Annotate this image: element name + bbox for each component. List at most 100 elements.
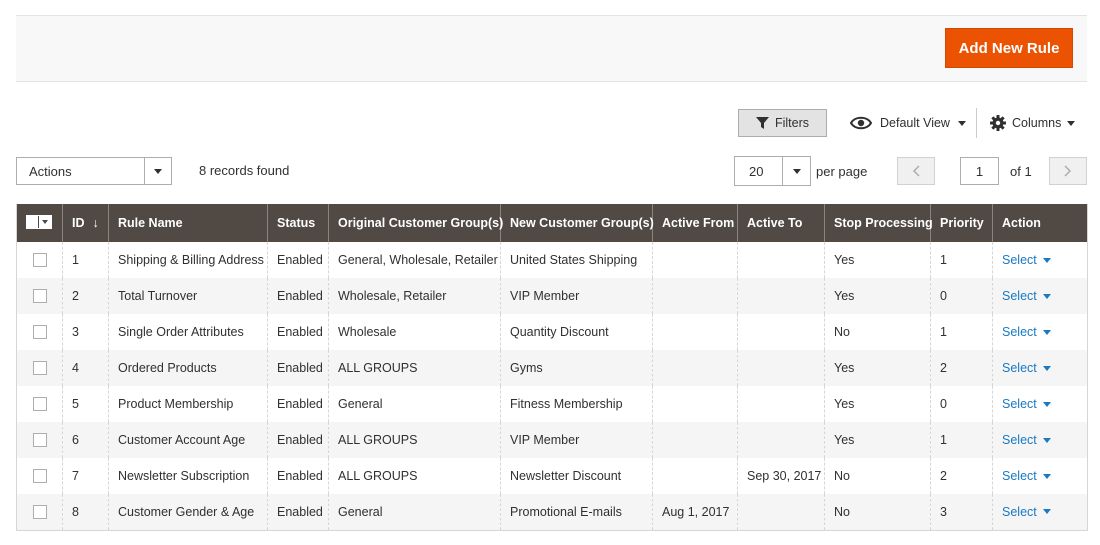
add-new-rule-button[interactable]: Add New Rule — [945, 28, 1073, 68]
cell-id: 6 — [62, 422, 109, 458]
cell-status: Enabled — [267, 278, 329, 314]
chevron-down-icon — [1067, 120, 1076, 126]
cell-priority: 1 — [930, 242, 993, 278]
cell-action: Select — [992, 422, 1088, 458]
mass-select-checkbox[interactable] — [26, 215, 52, 229]
table-row[interactable]: 8 Customer Gender & Age Enabled General Prom… — [16, 494, 1088, 531]
row-action-label: Select — [1002, 397, 1037, 411]
toolbar-divider — [976, 108, 977, 138]
mass-select-header[interactable] — [16, 204, 63, 242]
row-checkbox[interactable] — [33, 325, 47, 340]
cell-id: 1 — [62, 242, 109, 278]
row-checkbox[interactable] — [33, 433, 47, 448]
cell-id: 8 — [62, 494, 109, 531]
cell-original-groups: ALL GROUPS — [328, 458, 501, 494]
row-action-select[interactable]: Select — [1002, 325, 1051, 339]
cell-id: 7 — [62, 458, 109, 494]
table-row[interactable]: 1 Shipping & Billing Address Enabled Genera… — [17, 242, 1088, 278]
cell-select — [16, 422, 63, 458]
row-checkbox[interactable] — [33, 361, 47, 376]
cell-new-groups: Promotional E-mails — [500, 494, 653, 531]
column-header-original-groups[interactable]: Original Customer Group(s) — [328, 204, 503, 242]
cell-action: Select — [992, 242, 1088, 278]
cell-active-to — [737, 350, 825, 386]
previous-page-button[interactable] — [897, 157, 935, 185]
row-action-select[interactable]: Select — [1002, 469, 1051, 483]
cell-action: Select — [992, 314, 1088, 350]
eye-icon — [850, 116, 872, 130]
row-action-select[interactable]: Select — [1002, 505, 1051, 519]
cell-active-to — [737, 386, 825, 422]
column-header-id[interactable]: ID ↓ — [62, 204, 109, 242]
cell-priority: 2 — [930, 458, 993, 494]
row-action-select[interactable]: Select — [1002, 397, 1051, 411]
chevron-down-icon — [1042, 365, 1051, 371]
table-row[interactable]: 2 Total Turnover Enabled Wholesale, Retaile… — [16, 278, 1088, 314]
page-size-select[interactable]: 20 — [734, 156, 811, 186]
next-page-button[interactable] — [1049, 157, 1087, 185]
cell-new-groups: Quantity Discount — [500, 314, 653, 350]
column-header-active-to[interactable]: Active To — [737, 204, 825, 242]
row-action-select[interactable]: Select — [1002, 289, 1051, 303]
chevron-left-icon — [912, 165, 920, 177]
row-checkbox[interactable] — [33, 505, 47, 520]
dropdown-arrow-icon — [782, 157, 810, 185]
cell-active-from — [652, 422, 738, 458]
cell-original-groups: ALL GROUPS — [328, 350, 501, 386]
cell-select — [16, 278, 63, 314]
cell-active-from: Aug 1, 2017 — [652, 494, 738, 531]
row-action-select[interactable]: Select — [1002, 361, 1051, 375]
cell-original-groups: General — [328, 494, 501, 531]
row-checkbox[interactable] — [33, 397, 47, 412]
row-action-select[interactable]: Select — [1002, 253, 1051, 267]
rules-grid: ID ↓ Rule Name Status Original Customer G… — [16, 204, 1088, 531]
cell-action: Select — [992, 386, 1088, 422]
cell-original-groups: Wholesale — [328, 314, 501, 350]
table-row[interactable]: 4 Ordered Products Enabled ALL GROUPS Gyms Ye… — [16, 350, 1088, 386]
cell-rule-name: Customer Gender & Age — [108, 494, 268, 531]
table-row[interactable]: 3 Single Order Attributes Enabled Wholesale… — [17, 314, 1088, 350]
row-action-label: Select — [1002, 504, 1037, 519]
table-row[interactable]: 5 Product Membership Enabled General Fitness… — [17, 386, 1088, 422]
column-header-new-groups[interactable]: New Customer Group(s) — [500, 204, 654, 242]
chevron-down-icon — [1042, 401, 1051, 407]
cell-select — [17, 242, 63, 278]
filters-button[interactable]: Filters — [738, 109, 827, 137]
chevron-down-icon — [1042, 293, 1051, 299]
row-action-label: Select — [1002, 289, 1037, 303]
cell-id: 5 — [62, 386, 109, 422]
row-checkbox[interactable] — [33, 289, 47, 304]
cell-rule-name: Single Order Attributes — [108, 314, 268, 350]
cell-active-to: Sep 30, 2017 — [737, 458, 825, 494]
column-header-priority[interactable]: Priority — [930, 204, 993, 242]
page-size-value: 20 — [749, 163, 764, 179]
cell-select — [16, 494, 63, 531]
cell-status: Enabled — [267, 314, 329, 350]
chevron-right-icon — [1064, 165, 1072, 177]
row-checkbox[interactable] — [33, 253, 47, 268]
cell-priority: 0 — [930, 386, 993, 422]
cell-rule-name: Customer Account Age — [108, 422, 268, 458]
mass-actions-dropdown[interactable]: Actions — [16, 157, 172, 185]
table-row[interactable]: 6 Customer Account Age Enabled ALL GROUPS VI… — [16, 422, 1088, 458]
column-header-status[interactable]: Status — [267, 204, 329, 242]
mass-actions-label: Actions — [29, 163, 72, 179]
cell-stop-processing: Yes — [824, 278, 931, 314]
cell-new-groups: VIP Member — [500, 422, 653, 458]
cell-status: Enabled — [267, 350, 329, 386]
columns-control[interactable]: Columns — [990, 113, 1076, 133]
cell-new-groups: VIP Member — [500, 278, 653, 314]
column-header-rule-name[interactable]: Rule Name — [108, 204, 268, 242]
current-page-input[interactable]: 1 — [960, 157, 999, 185]
records-count: 8 records found — [199, 163, 290, 178]
row-action-label: Select — [1002, 253, 1037, 267]
cell-active-to — [737, 242, 825, 278]
column-header-active-from[interactable]: Active From — [652, 204, 738, 242]
row-checkbox[interactable] — [33, 469, 47, 484]
view-switcher[interactable]: Default View — [850, 113, 966, 133]
row-action-select[interactable]: Select — [1002, 433, 1051, 447]
table-row[interactable]: 7 Newsletter Subscription Enabled ALL GROUP… — [17, 458, 1088, 494]
column-header-stop-processing[interactable]: Stop Processing — [824, 204, 933, 242]
row-action-label: Select — [1002, 325, 1037, 339]
cell-select — [17, 314, 63, 350]
